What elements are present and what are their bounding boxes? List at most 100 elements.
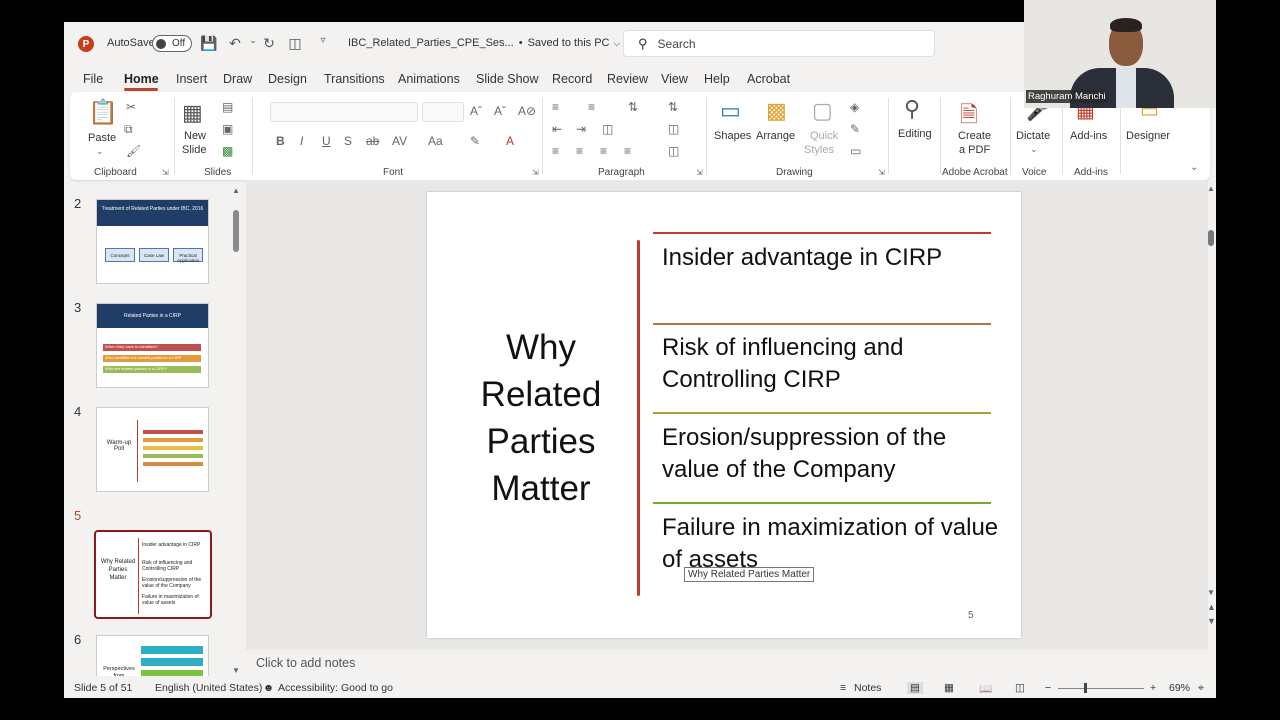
scroll-thumb[interactable] bbox=[233, 210, 239, 252]
chevron-down-icon[interactable]: ⌄ bbox=[96, 146, 104, 157]
editor-scrollbar[interactable]: ▲ ▼ ▲ ▼ bbox=[1206, 184, 1216, 652]
present-from-start-icon[interactable]: ◫ bbox=[286, 35, 304, 52]
shapes-button[interactable]: Shapes bbox=[714, 130, 751, 142]
shape-fill-icon[interactable]: ◈ bbox=[850, 100, 859, 114]
autosave-toggle[interactable]: Off bbox=[152, 35, 192, 52]
create-pdf-label-1[interactable]: Create bbox=[958, 130, 991, 142]
columns-icon[interactable]: ◫ bbox=[602, 122, 613, 136]
highlight-icon[interactable]: ✎ bbox=[470, 134, 480, 148]
designer-button[interactable]: Designer bbox=[1126, 130, 1170, 142]
slide-sorter-icon[interactable]: ▦ bbox=[944, 682, 954, 694]
tab-draw[interactable]: Draw bbox=[223, 72, 252, 86]
zoom-out-icon[interactable]: − bbox=[1045, 682, 1051, 694]
character-spacing-icon[interactable]: AV bbox=[392, 134, 407, 148]
notes-icon[interactable]: ≡ bbox=[840, 682, 846, 694]
next-slide-icon[interactable]: ▼ bbox=[1207, 616, 1216, 626]
slide-thumbnail-5[interactable]: Why Related Parties Matter Insider advan… bbox=[94, 530, 212, 619]
previous-slide-icon[interactable]: ▲ bbox=[1207, 602, 1216, 612]
search-icon[interactable]: ⚲ bbox=[904, 96, 920, 122]
increase-font-icon[interactable]: Aˆ bbox=[470, 104, 482, 118]
dialog-launcher-icon[interactable]: ⇲ bbox=[532, 168, 539, 177]
layout-icon[interactable]: ▤ bbox=[222, 100, 233, 114]
dictate-button[interactable]: Dictate bbox=[1016, 130, 1050, 142]
tab-view[interactable]: View bbox=[661, 72, 688, 86]
slide-thumbnail-2[interactable]: Treatment of Related Parties under IBC, … bbox=[96, 199, 209, 284]
notes-button[interactable]: Notes bbox=[854, 682, 881, 694]
tab-help[interactable]: Help bbox=[704, 72, 730, 86]
new-slide-label-2[interactable]: Slide bbox=[182, 144, 206, 156]
tab-transitions[interactable]: Transitions bbox=[324, 72, 385, 86]
notes-pane[interactable]: Click to add notes bbox=[246, 650, 1208, 678]
cut-icon[interactable]: ✂ bbox=[126, 100, 136, 114]
font-color-icon[interactable]: A bbox=[506, 134, 514, 148]
accessibility-status[interactable]: Accessibility: Good to go bbox=[278, 682, 393, 694]
tab-slide-show[interactable]: Slide Show bbox=[476, 72, 539, 86]
bullets-icon[interactable]: ≡ bbox=[552, 100, 559, 114]
scroll-up-icon[interactable]: ▲ bbox=[1207, 184, 1215, 193]
current-slide[interactable]: Why Related Parties Matter Insider advan… bbox=[427, 192, 1021, 638]
strikethrough-icon[interactable]: ab bbox=[366, 134, 379, 148]
new-slide-label-1[interactable]: New bbox=[184, 130, 206, 142]
line-spacing-icon[interactable]: ⇅ bbox=[628, 100, 638, 114]
italic-icon[interactable]: I bbox=[300, 134, 303, 148]
justify-icon[interactable]: ≡ bbox=[624, 144, 631, 158]
document-title[interactable]: IBC_Related_Parties_CPE_Ses... • Saved t… bbox=[348, 37, 620, 49]
tab-insert[interactable]: Insert bbox=[176, 72, 207, 86]
redo-icon[interactable]: ↻ bbox=[260, 35, 278, 52]
search-input[interactable]: ⚲ Search bbox=[623, 30, 935, 57]
thumbnail-scrollbar[interactable]: ▲ ▼ bbox=[232, 186, 240, 676]
new-slide-icon[interactable]: ▦ bbox=[182, 100, 203, 126]
customize-toolbar-icon[interactable]: ▿ bbox=[314, 35, 332, 46]
accessibility-icon[interactable]: ☻ bbox=[263, 682, 274, 694]
slide-item-1[interactable]: Insider advantage in CIRP bbox=[662, 242, 1002, 274]
align-left-icon[interactable]: ≡ bbox=[552, 144, 559, 158]
shadow-icon[interactable]: S bbox=[344, 134, 352, 148]
font-size-select[interactable] bbox=[422, 102, 464, 122]
text-direction-icon[interactable]: ⇅ bbox=[668, 100, 678, 114]
slide-item-3[interactable]: Erosion/suppression of the value of the … bbox=[662, 422, 1002, 486]
paste-button[interactable]: Paste bbox=[88, 132, 116, 144]
tab-design[interactable]: Design bbox=[268, 72, 307, 86]
clear-formatting-icon[interactable]: A⊘ bbox=[518, 104, 536, 118]
scroll-thumb[interactable] bbox=[1208, 230, 1214, 246]
fit-to-window-icon[interactable]: ⌖ bbox=[1198, 682, 1204, 695]
editing-button[interactable]: Editing bbox=[898, 128, 932, 140]
zoom-level[interactable]: 69% bbox=[1169, 682, 1190, 694]
shape-outline-icon[interactable]: ✎ bbox=[850, 122, 860, 136]
quick-styles-label-2[interactable]: Styles bbox=[804, 144, 834, 156]
slide-thumbnail-6[interactable]: Perspectives from Companies Act, 2013 bbox=[96, 635, 209, 676]
underline-icon[interactable]: U bbox=[322, 134, 331, 148]
notes-placeholder[interactable]: Click to add notes bbox=[256, 656, 355, 670]
section-icon[interactable]: ▩ bbox=[222, 144, 233, 158]
decrease-font-icon[interactable]: Aˇ bbox=[494, 104, 506, 118]
font-family-select[interactable] bbox=[270, 102, 418, 122]
numbering-icon[interactable]: ≡ bbox=[588, 100, 595, 114]
add-ins-button[interactable]: Add-ins bbox=[1070, 130, 1107, 142]
arrange-icon[interactable]: ▩ bbox=[766, 98, 787, 124]
slide-title[interactable]: Why Related Parties Matter bbox=[467, 324, 615, 512]
undo-icon[interactable]: ↶ bbox=[226, 35, 244, 52]
paste-icon[interactable]: 📋 bbox=[88, 98, 118, 127]
tab-acrobat[interactable]: Acrobat bbox=[747, 72, 790, 86]
dialog-launcher-icon[interactable]: ⇲ bbox=[162, 168, 169, 177]
bold-icon[interactable]: B bbox=[276, 134, 285, 148]
slideshow-icon[interactable]: ◫ bbox=[1015, 682, 1025, 694]
align-right-icon[interactable]: ≡ bbox=[600, 144, 607, 158]
align-text-icon[interactable]: ◫ bbox=[668, 122, 679, 136]
arrange-button[interactable]: Arrange bbox=[756, 130, 795, 142]
shape-effects-icon[interactable]: ▭ bbox=[850, 144, 861, 158]
slide-item-2[interactable]: Risk of influencing and Controlling CIRP bbox=[662, 332, 1002, 396]
slide-thumbnail-3[interactable]: Related Parties in a CIRP When they have… bbox=[96, 303, 209, 388]
tab-home[interactable]: Home bbox=[124, 72, 159, 86]
copy-icon[interactable]: ⧉ bbox=[124, 122, 133, 137]
shapes-icon[interactable]: ▭ bbox=[720, 98, 741, 124]
reading-view-icon[interactable]: 📖 bbox=[979, 682, 992, 695]
slide-editor[interactable]: Why Related Parties Matter Insider advan… bbox=[246, 180, 1208, 650]
chevron-down-icon[interactable]: ⌄ bbox=[1030, 144, 1038, 155]
decrease-indent-icon[interactable]: ⇤ bbox=[552, 122, 562, 136]
format-painter-icon[interactable]: 🖌 bbox=[126, 144, 141, 158]
collapse-ribbon-icon[interactable]: ⌄ bbox=[1190, 162, 1198, 173]
scroll-down-icon[interactable]: ▼ bbox=[232, 666, 240, 675]
zoom-slider[interactable] bbox=[1058, 688, 1144, 689]
reset-icon[interactable]: ▣ bbox=[222, 122, 233, 136]
